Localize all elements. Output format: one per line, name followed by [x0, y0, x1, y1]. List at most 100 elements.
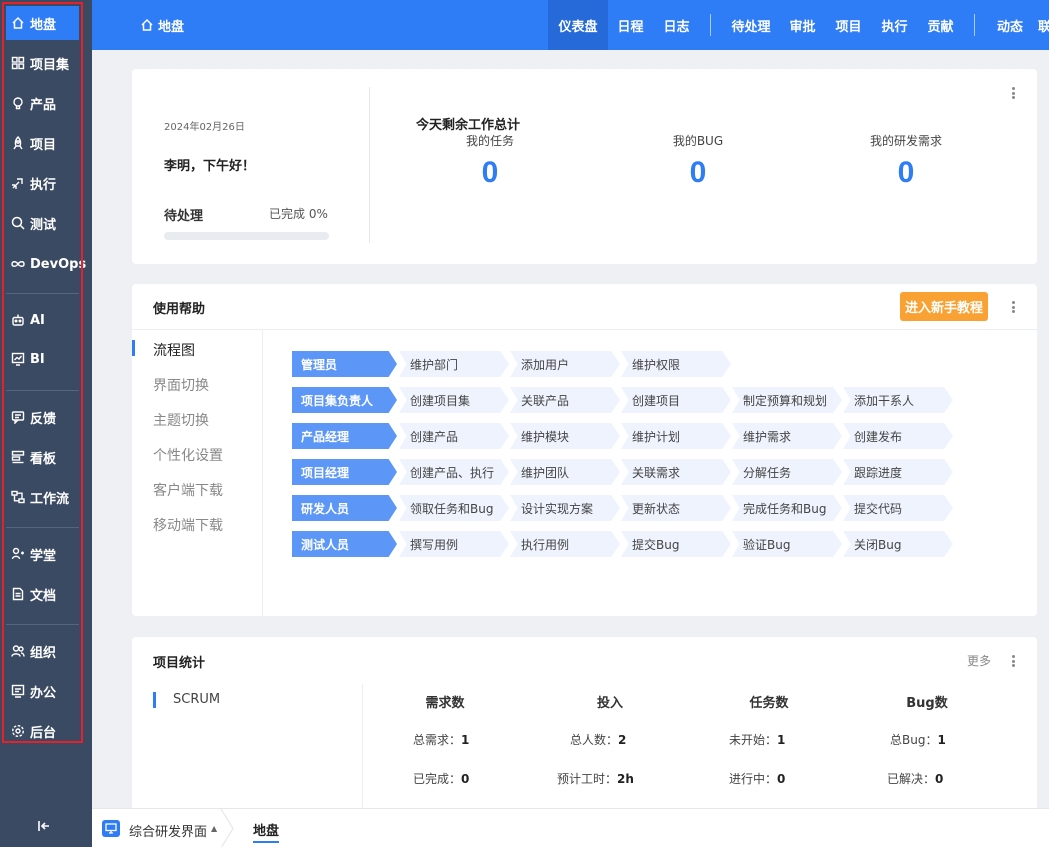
flow-step[interactable]: 维护需求 [732, 423, 842, 449]
flow-step[interactable]: 完成任务和Bug [732, 495, 842, 521]
more-link[interactable]: 更多 [967, 652, 991, 669]
sidebar-item-label: DevOps [30, 256, 87, 272]
sidebar-item-doc[interactable]: 文档 [6, 577, 79, 611]
tab-contribution[interactable]: 贡献 [923, 0, 958, 50]
flow-step[interactable]: 维护团队 [510, 459, 620, 485]
interface-switcher[interactable]: 综合研发界面 [129, 821, 207, 840]
divider [262, 329, 263, 616]
sidebar-item-project[interactable]: 项目 [6, 126, 79, 160]
sidebar-item-office[interactable]: 办公 [6, 674, 79, 708]
sidebar-item-bi[interactable]: BI [6, 342, 79, 376]
flow-step[interactable]: 关联需求 [621, 459, 731, 485]
sidebar-item-label: 文档 [30, 588, 57, 604]
sidebar-item-product[interactable]: 产品 [6, 86, 79, 120]
sidebar-item-org[interactable]: 组织 [6, 634, 79, 668]
stat-label: 我的BUG [672, 134, 724, 148]
collapse-icon[interactable] [34, 816, 54, 836]
sidebar: 地盘 项目集 产品 项目 执行 测试 DevOps AI BI 反馈 看板 工作… [0, 0, 92, 847]
chart-icon [11, 352, 25, 366]
flow-step[interactable]: 提交代码 [843, 495, 953, 521]
active-indicator [153, 692, 156, 708]
help-menu-mobile-download[interactable]: 移动端下载 [153, 515, 223, 535]
project-name[interactable]: SCRUM [173, 692, 220, 707]
flow-step[interactable]: 验证Bug [732, 531, 842, 557]
flow-step[interactable]: 领取任务和Bug [399, 495, 509, 521]
help-menu-theme-switch[interactable]: 主题切换 [153, 410, 209, 430]
tab-project[interactable]: 项目 [831, 0, 866, 50]
flow-step[interactable]: 创建项目集 [399, 387, 509, 413]
flow-step[interactable]: 更新状态 [621, 495, 731, 521]
stat-label: 我的任务 [465, 134, 514, 148]
tab-dynamic[interactable]: 动态 [990, 0, 1030, 50]
tab-calendar[interactable]: 日程 [613, 0, 648, 50]
flow-role: 研发人员 [292, 495, 397, 521]
tab-log[interactable]: 日志 [659, 0, 694, 50]
flow-step[interactable]: 添加用户 [510, 351, 620, 377]
sidebar-item-execution[interactable]: 执行 [6, 166, 79, 200]
sidebar-item-feedback[interactable]: 反馈 [6, 400, 79, 434]
caret-up-icon[interactable]: ▲ [211, 824, 217, 833]
flow-step[interactable]: 关联产品 [510, 387, 620, 413]
stat-my-tasks[interactable]: 我的任务 0 [420, 132, 560, 190]
flow-step[interactable]: 执行用例 [510, 531, 620, 557]
sidebar-item-program[interactable]: 项目集 [6, 46, 79, 80]
help-menu-interface-switch[interactable]: 界面切换 [153, 375, 209, 395]
pending-label: 待处理 [164, 209, 204, 224]
sidebar-item-label: AI [30, 312, 45, 328]
stat-my-stories[interactable]: 我的研发需求 0 [836, 132, 976, 190]
sidebar-item-workflow[interactable]: 工作流 [6, 480, 79, 514]
breadcrumb-current[interactable]: 地盘 [253, 820, 280, 843]
more-options-icon[interactable] [1007, 299, 1019, 315]
flow-step[interactable]: 关闭Bug [843, 531, 953, 557]
sidebar-item-label: 地盘 [30, 17, 57, 33]
sidebar-item-label: 测试 [30, 217, 57, 233]
nav-separator [974, 14, 975, 36]
more-options-icon[interactable] [1007, 85, 1019, 101]
stat-my-bugs[interactable]: 我的BUG 0 [628, 132, 768, 190]
sidebar-item-label: 办公 [30, 685, 57, 701]
flow-step[interactable]: 设计实现方案 [510, 495, 620, 521]
sidebar-divider [6, 390, 79, 391]
column-header: 投入 [596, 696, 623, 711]
sidebar-item-dashboard[interactable]: 地盘 [6, 6, 79, 40]
date-label: 2024年02月26日 [164, 122, 245, 133]
lightbulb-icon [11, 96, 25, 110]
bottom-bar: 综合研发界面 ▲ 地盘 [92, 808, 1049, 847]
monitor-icon [102, 820, 120, 837]
flow-step[interactable]: 跟踪进度 [843, 459, 953, 485]
flow-step[interactable]: 维护部门 [399, 351, 509, 377]
tutorial-button[interactable]: 进入新手教程 [900, 292, 988, 321]
flow-step[interactable]: 分解任务 [732, 459, 842, 485]
more-options-icon[interactable] [1007, 653, 1019, 669]
flow-step[interactable]: 添加干系人 [843, 387, 953, 413]
sidebar-item-test[interactable]: 测试 [6, 206, 79, 240]
sidebar-item-label: 执行 [30, 177, 57, 193]
sidebar-item-school[interactable]: 学堂 [6, 537, 79, 571]
tab-contacts[interactable]: 联 [1038, 0, 1049, 50]
flow-step[interactable]: 维护计划 [621, 423, 731, 449]
help-menu-client-download[interactable]: 客户端下载 [153, 480, 223, 500]
sidebar-item-admin[interactable]: 后台 [6, 714, 79, 748]
project-stats-title: 项目统计 [153, 656, 206, 671]
tab-execution[interactable]: 执行 [877, 0, 912, 50]
tab-todo[interactable]: 待处理 [727, 0, 775, 50]
tab-approval[interactable]: 审批 [785, 0, 820, 50]
flow-step[interactable]: 维护模块 [510, 423, 620, 449]
flow-step[interactable]: 创建产品 [399, 423, 509, 449]
flow-step[interactable]: 维护权限 [621, 351, 731, 377]
sidebar-item-ai[interactable]: AI [6, 303, 79, 337]
flow-step[interactable]: 撰写用例 [399, 531, 509, 557]
feedback-icon [11, 410, 25, 424]
flow-step[interactable]: 制定预算和规划 [732, 387, 842, 413]
sidebar-item-devops[interactable]: DevOps [6, 247, 86, 281]
tab-dashboard[interactable]: 仪表盘 [548, 0, 608, 50]
flow-step[interactable]: 创建发布 [843, 423, 953, 449]
flow-step[interactable]: 提交Bug [621, 531, 731, 557]
flow-step[interactable]: 创建产品、执行 [399, 459, 509, 485]
help-menu-flowchart[interactable]: 流程图 [153, 340, 195, 360]
stat-value: 0 [897, 156, 915, 189]
help-menu-personalize[interactable]: 个性化设置 [153, 445, 223, 465]
flow-step[interactable]: 创建项目 [621, 387, 731, 413]
search-icon [11, 216, 25, 230]
sidebar-item-kanban[interactable]: 看板 [6, 440, 79, 474]
